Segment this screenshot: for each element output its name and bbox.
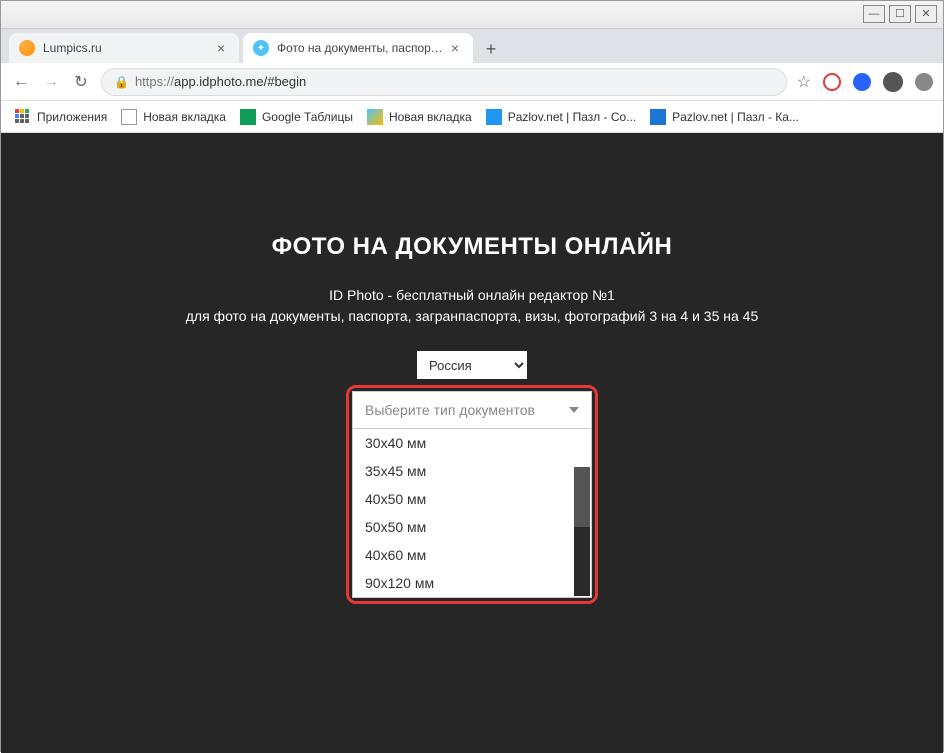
dropdown-option[interactable]: 50x50 мм [353, 513, 591, 541]
chevron-down-icon [569, 407, 579, 413]
window-minimize-button[interactable]: — [863, 5, 885, 23]
new-tab-button[interactable]: + [477, 35, 505, 63]
bookmark-item[interactable]: Новая вкладка [367, 109, 472, 125]
window-close-button[interactable]: ✕ [915, 5, 937, 23]
image-icon [367, 109, 383, 125]
dropdown-option[interactable]: 90x120 мм [353, 569, 591, 597]
bookmark-label: Google Таблицы [262, 110, 353, 124]
puzzle-icon [486, 109, 502, 125]
forward-button: → [41, 72, 61, 92]
subtitle-line-1: ID Photo - бесплатный онлайн редактор №1 [1, 285, 943, 306]
scrollbar-thumb[interactable] [574, 467, 590, 527]
bookmarks-bar: Приложения Новая вкладка Google Таблицы … [1, 101, 943, 133]
bookmark-apps[interactable]: Приложения [15, 109, 107, 125]
bookmark-star-icon[interactable]: ☆ [797, 72, 811, 92]
tab-lumpics[interactable]: Lumpics.ru × [9, 33, 239, 63]
bookmark-label: Новая вкладка [389, 110, 472, 124]
url-text: app.idphoto.me/#begin [174, 74, 306, 89]
window-titlebar: — ☐ ✕ [1, 1, 943, 29]
page-content: ФОТО НА ДОКУМЕНТЫ ОНЛАЙН ID Photo - бесп… [1, 133, 943, 753]
tab-idphoto[interactable]: ✦ Фото на документы, паспорта, з × [243, 33, 473, 63]
dropdown-options: 30x40 мм 35x45 мм 40x50 мм 50x50 мм 40x6… [352, 429, 592, 598]
close-icon[interactable]: × [213, 40, 229, 56]
address-bar: ← → ↻ 🔒 https://app.idphoto.me/#begin ☆ [1, 63, 943, 101]
document-type-dropdown: Выберите тип документов 30x40 мм 35x45 м… [352, 391, 592, 598]
close-icon[interactable]: × [447, 40, 463, 56]
profile-avatar[interactable] [883, 72, 903, 92]
back-button[interactable]: ← [11, 72, 31, 92]
bookmark-item[interactable]: Pazlov.net | Пазл - Ка... [650, 109, 799, 125]
dropdown-option[interactable]: 35x45 мм [353, 457, 591, 485]
puzzle-icon [650, 109, 666, 125]
dropdown-option[interactable]: 30x40 мм [353, 429, 591, 457]
extension-icon[interactable] [823, 73, 841, 91]
dropdown-option[interactable]: 40x50 мм [353, 485, 591, 513]
sheets-icon [240, 109, 256, 125]
subtitle-line-2: для фото на документы, паспорта, загранп… [1, 306, 943, 327]
menu-button[interactable] [915, 73, 933, 91]
window-maximize-button[interactable]: ☐ [889, 5, 911, 23]
lock-icon: 🔒 [114, 75, 129, 89]
bookmark-item[interactable]: Pazlov.net | Пазл - Со... [486, 109, 636, 125]
url-input[interactable]: 🔒 https://app.idphoto.me/#begin [101, 68, 787, 96]
reload-button[interactable]: ↻ [71, 72, 91, 92]
url-prefix: https:// [135, 74, 174, 89]
placeholder-text: Выберите тип документов [365, 402, 535, 418]
page-heading: ФОТО НА ДОКУМЕНТЫ ОНЛАЙН [1, 233, 943, 261]
bookmark-item[interactable]: Новая вкладка [121, 109, 226, 125]
country-select[interactable]: Россия [417, 351, 527, 379]
dropdown-scrollbar[interactable] [574, 467, 590, 596]
bookmark-label: Pazlov.net | Пазл - Ка... [672, 110, 799, 124]
dropdown-option[interactable]: 40x60 мм [353, 541, 591, 569]
bookmark-label: Новая вкладка [143, 110, 226, 124]
extension-icon[interactable] [853, 73, 871, 91]
apps-icon [15, 109, 31, 125]
tab-title: Фото на документы, паспорта, з [277, 41, 447, 55]
favicon-icon [19, 40, 35, 56]
favicon-icon: ✦ [253, 40, 269, 56]
document-type-input[interactable]: Выберите тип документов [352, 391, 592, 429]
bookmark-label: Приложения [37, 110, 107, 124]
page-icon [121, 109, 137, 125]
bookmark-label: Pazlov.net | Пазл - Со... [508, 110, 636, 124]
bookmark-item[interactable]: Google Таблицы [240, 109, 353, 125]
tab-title: Lumpics.ru [43, 41, 213, 55]
tab-strip: Lumpics.ru × ✦ Фото на документы, паспор… [1, 29, 943, 63]
